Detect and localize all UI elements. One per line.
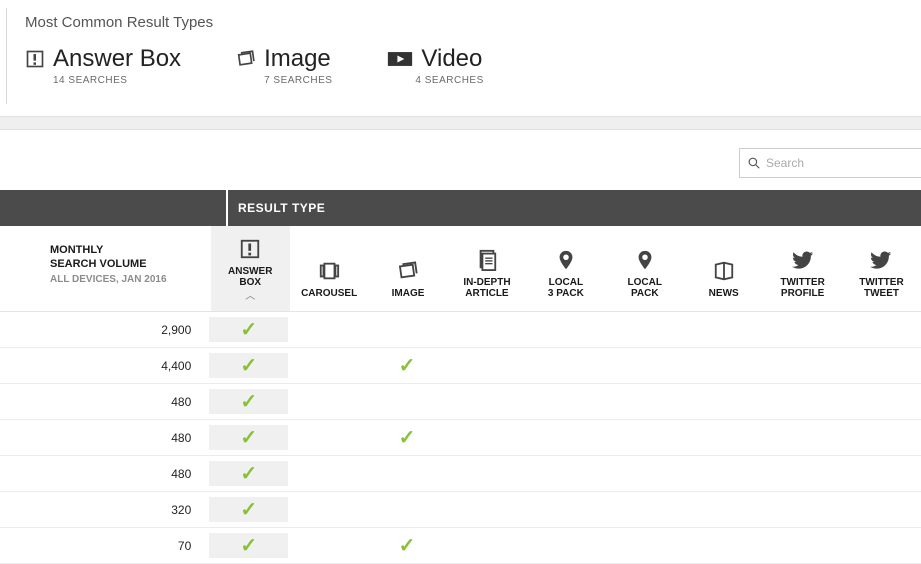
search-row [0, 130, 921, 190]
summary-card-label: Answer Box [53, 45, 181, 73]
image-icon [397, 260, 419, 282]
pin-icon [634, 249, 656, 271]
check-icon: ✓ [240, 425, 257, 450]
summary-card-answer-box[interactable]: Answer Box 14 SEARCHES [25, 45, 181, 86]
summary-card-label: Video [421, 45, 482, 73]
column-header-carousel[interactable]: CAROUSEL [290, 226, 369, 311]
image-icon [236, 49, 256, 69]
volume-cell: 480 [0, 395, 209, 409]
column-header-image[interactable]: IMAGE [369, 226, 448, 311]
check-icon: ✓ [399, 533, 416, 558]
check-icon: ✓ [399, 425, 416, 450]
search-input[interactable] [766, 156, 913, 170]
check-icon: ✓ [240, 533, 257, 558]
summary-card-video[interactable]: Video 4 SEARCHES [387, 45, 483, 86]
column-header-local_pack[interactable]: LOCALPACK [605, 226, 684, 311]
cell-answer_box: ✓ [209, 353, 288, 378]
table-header-bar: RESULT TYPE [0, 190, 921, 226]
check-icon: ✓ [240, 389, 257, 414]
table-row: 320 ✓ [0, 492, 921, 528]
column-label: LOCAL3 PACK [548, 277, 584, 299]
column-label: TWITTERPROFILE [780, 277, 824, 299]
answer-box-icon [25, 49, 45, 69]
table-row: 480 ✓ [0, 384, 921, 420]
column-label: ANSWERBOX [228, 266, 272, 288]
summary-block: Most Common Result Types Answer Box 14 SE… [6, 8, 921, 104]
column-label: LOCALPACK [628, 277, 662, 299]
column-header-in_depth_article[interactable]: IN-DEPTHARTICLE [448, 226, 527, 311]
volume-header-meta: ALL DEVICES, JAN 2016 [50, 274, 211, 285]
video-icon [387, 49, 413, 69]
volume-cell: 480 [0, 467, 209, 481]
twitter-icon [870, 249, 892, 271]
data-rows: 2,900 ✓ 4,400 ✓ ✓ 480 ✓ 480 ✓ ✓ 480 ✓ 320 ✓ 70 ✓ ✓ [0, 312, 921, 564]
column-label: IMAGE [392, 288, 425, 299]
cell-image: ✓ [367, 353, 446, 378]
cell-answer_box: ✓ [209, 497, 288, 522]
cell-answer_box: ✓ [209, 389, 288, 414]
column-label: CAROUSEL [301, 288, 357, 299]
check-icon: ✓ [240, 317, 257, 342]
volume-header-line2: SEARCH VOLUME [50, 258, 211, 272]
column-header-local_3_pack[interactable]: LOCAL3 PACK [526, 226, 605, 311]
search-box[interactable] [739, 148, 921, 178]
table-row: 480 ✓ [0, 456, 921, 492]
cell-answer_box: ✓ [209, 461, 288, 486]
summary-card-sub: 7 SEARCHES [264, 75, 332, 86]
summary-card-label: Image [264, 45, 331, 73]
twitter-icon [792, 249, 814, 271]
volume-cell: 2,900 [0, 323, 209, 337]
cell-image: ✓ [367, 425, 446, 450]
cell-answer_box: ✓ [209, 425, 288, 450]
column-header-twitter_tweet[interactable]: TWITTERTWEET [842, 226, 921, 311]
column-label: TWITTERTWEET [859, 277, 903, 299]
table-row: 4,400 ✓ ✓ [0, 348, 921, 384]
check-icon: ✓ [240, 497, 257, 522]
search-icon [748, 157, 760, 169]
check-icon: ✓ [240, 353, 257, 378]
result-type-header: RESULT TYPE [228, 201, 325, 215]
volume-header[interactable]: MONTHLY SEARCH VOLUME ALL DEVICES, JAN 2… [0, 226, 211, 311]
table-row: 70 ✓ ✓ [0, 528, 921, 564]
volume-cell: 480 [0, 431, 209, 445]
volume-cell: 4,400 [0, 359, 209, 373]
columns-row: MONTHLY SEARCH VOLUME ALL DEVICES, JAN 2… [0, 226, 921, 312]
table-row: 480 ✓ ✓ [0, 420, 921, 456]
answer-box-icon [239, 238, 261, 260]
cell-image: ✓ [367, 533, 446, 558]
column-label: IN-DEPTHARTICLE [463, 277, 510, 299]
summary-cards: Answer Box 14 SEARCHES Image 7 SEARCHES Vide… [25, 45, 921, 86]
check-icon: ✓ [240, 461, 257, 486]
summary-card-image[interactable]: Image 7 SEARCHES [236, 45, 332, 86]
summary-card-sub: 14 SEARCHES [53, 75, 127, 86]
news-icon [713, 260, 735, 282]
chevron-up-icon: ︿ [245, 294, 255, 299]
summary-card-sub: 4 SEARCHES [415, 75, 483, 86]
column-header-news[interactable]: NEWS [684, 226, 763, 311]
check-icon: ✓ [399, 353, 416, 378]
cell-answer_box: ✓ [209, 533, 288, 558]
section-divider [0, 116, 921, 130]
pin-icon [555, 249, 577, 271]
volume-cell: 320 [0, 503, 209, 517]
table-row: 2,900 ✓ [0, 312, 921, 348]
volume-header-line1: MONTHLY [50, 244, 211, 258]
column-label: NEWS [709, 288, 739, 299]
cell-answer_box: ✓ [209, 317, 288, 342]
doc-icon [476, 249, 498, 271]
volume-cell: 70 [0, 539, 209, 553]
summary-title: Most Common Result Types [25, 14, 921, 31]
carousel-icon [318, 260, 340, 282]
column-header-answer_box[interactable]: ANSWERBOX ︿ [211, 226, 290, 311]
column-header-twitter_profile[interactable]: TWITTERPROFILE [763, 226, 842, 311]
